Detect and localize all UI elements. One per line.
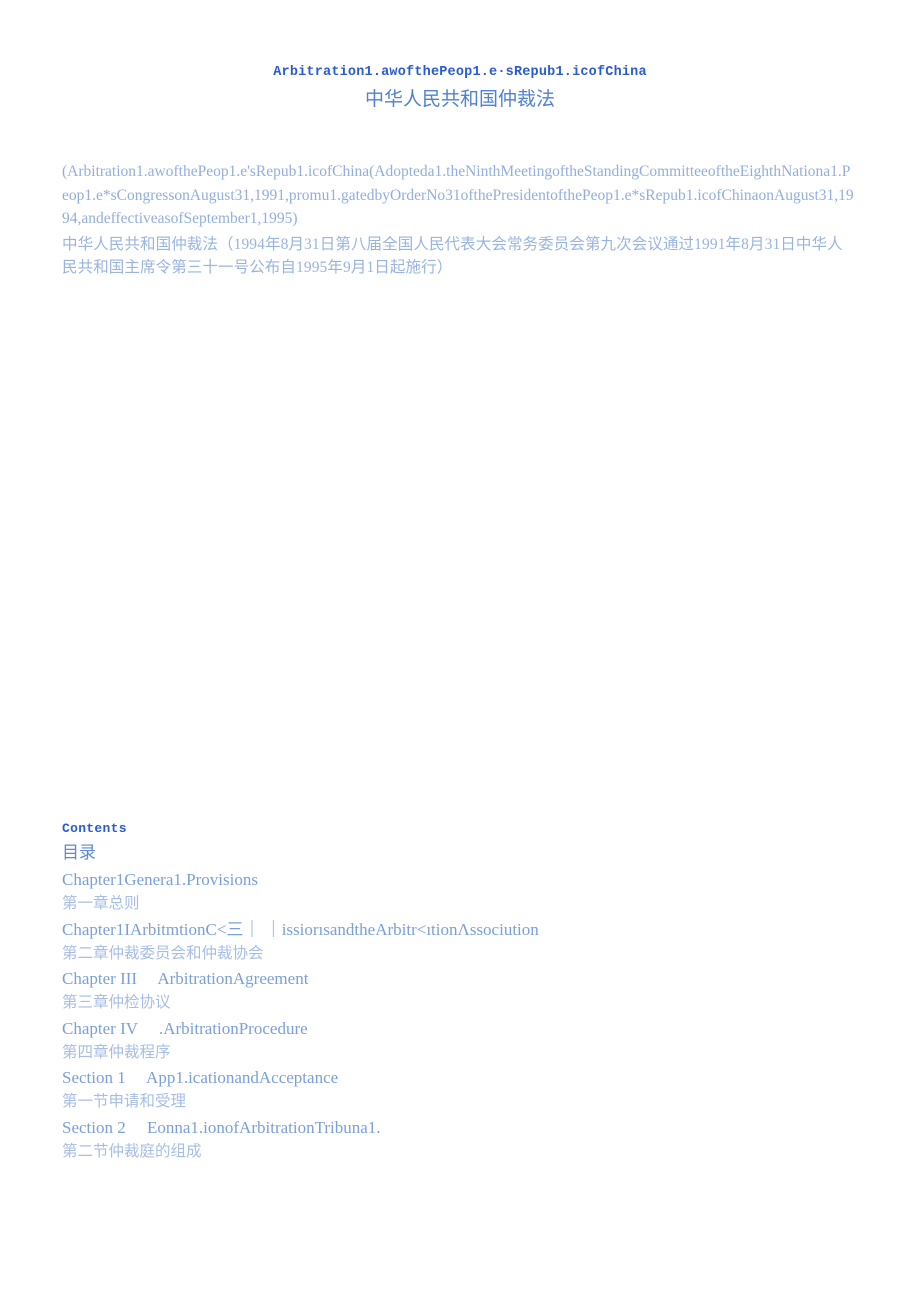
- toc-entry-chinese[interactable]: 第二节仲裁庭的组成: [62, 1140, 862, 1165]
- contents-heading-chinese: 目录: [62, 843, 96, 862]
- toc-entry-list: Chapter1Genera1.Provisions 第一章总则 Chapter…: [62, 867, 862, 1164]
- toc-entry[interactable]: Section 2 Eonna1.ionofArbitrationTribuna…: [62, 1115, 862, 1165]
- toc-entry[interactable]: Chapter IV .ArbitrationProcedure 第四章仲裁程序: [62, 1016, 862, 1066]
- toc-entry[interactable]: Chapter III ArbitrationAgreement 第三章仲检协议: [62, 966, 862, 1016]
- toc-entry-english[interactable]: Section 2 Eonna1.ionofArbitrationTribuna…: [62, 1115, 862, 1140]
- toc-entry[interactable]: Chapter1IArbitmtionC<三｜ ｜issiorısandtheA…: [62, 917, 862, 967]
- page-title-chinese: 中华人民共和国仲裁法: [364, 89, 555, 110]
- document-title-block: Arbitration1.awofthePeop1.e·sRepub1.icof…: [0, 64, 920, 114]
- toc-entry-chinese[interactable]: 第一节申请和受理: [62, 1090, 862, 1115]
- toc-entry-english[interactable]: Chapter IV .ArbitrationProcedure: [62, 1016, 862, 1041]
- toc-entry-english[interactable]: Chapter1IArbitmtionC<三｜ ｜issiorısandtheA…: [62, 917, 862, 942]
- toc-entry[interactable]: Chapter1Genera1.Provisions 第一章总则: [62, 867, 862, 917]
- toc-entry-chinese[interactable]: 第一章总则: [62, 892, 862, 917]
- toc-entry[interactable]: Section 1 App1.icationandAcceptance 第一节申…: [62, 1065, 862, 1115]
- toc-entry-english[interactable]: Section 1 App1.icationandAcceptance: [62, 1065, 862, 1090]
- page-title-english: Arbitration1.awofthePeop1.e·sRepub1.icof…: [273, 65, 647, 80]
- contents-heading-english: Contents: [62, 821, 127, 836]
- table-of-contents: Contents 目录 Chapter1Genera1.Provisions 第…: [62, 818, 862, 1164]
- toc-entry-chinese[interactable]: 第四章仲裁程序: [62, 1041, 862, 1066]
- intro-paragraph-english: (Arbitration1.awofthePeop1.e'sRepub1.ico…: [62, 163, 854, 227]
- toc-entry-chinese[interactable]: 第三章仲检协议: [62, 991, 862, 1016]
- toc-entry-english[interactable]: Chapter III ArbitrationAgreement: [62, 966, 862, 991]
- intro-block: (Arbitration1.awofthePeop1.e'sRepub1.ico…: [62, 160, 856, 280]
- toc-entry-english[interactable]: Chapter1Genera1.Provisions: [62, 867, 862, 892]
- intro-paragraph-chinese: 中华人民共和国仲裁法（1994年8月31日第八届全国人民代表大会常务委员会第九次…: [62, 235, 843, 277]
- toc-entry-chinese[interactable]: 第二章仲裁委员会和仲裁协会: [62, 942, 862, 967]
- document-page: Arbitration1.awofthePeop1.e·sRepub1.icof…: [0, 0, 920, 1301]
